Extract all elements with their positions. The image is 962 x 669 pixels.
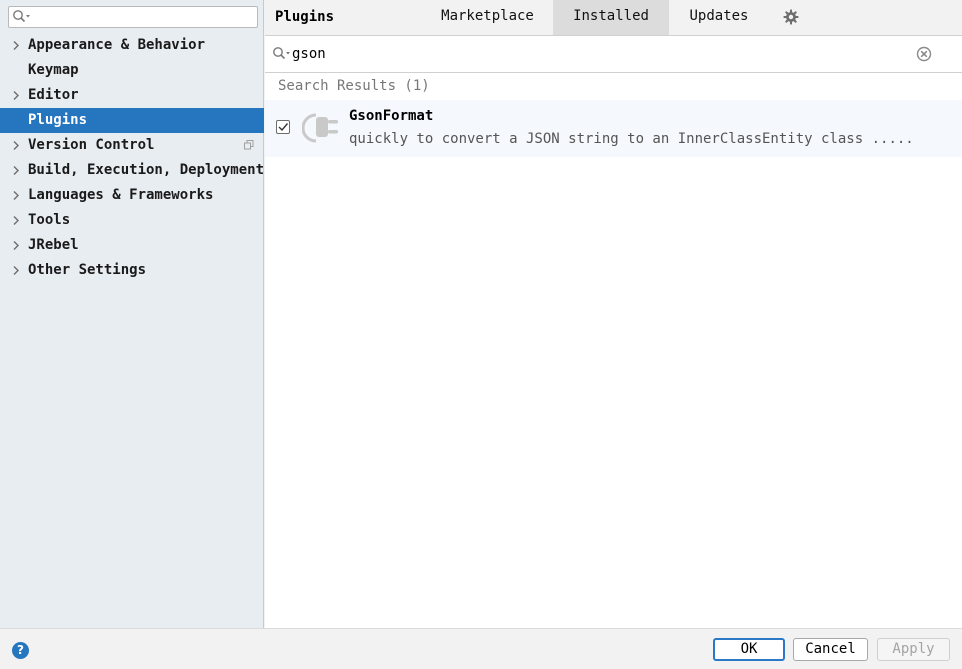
search-results-heading: Search Results (1) xyxy=(278,78,430,94)
sidebar-item-label: Tools xyxy=(28,212,71,228)
plugin-list-item[interactable]: GsonFormat quickly to convert a JSON str… xyxy=(265,100,962,157)
settings-sidebar: Appearance & Behavior Keymap Editor Plug… xyxy=(0,0,264,628)
sidebar-item-label: Keymap xyxy=(28,62,79,78)
chevron-right-icon[interactable] xyxy=(11,265,21,276)
tab-installed[interactable]: Installed xyxy=(553,0,669,35)
sidebar-item-appearance-behavior[interactable]: Appearance & Behavior xyxy=(0,33,264,58)
sidebar-item-label: Languages & Frameworks xyxy=(28,187,214,203)
chevron-right-icon[interactable] xyxy=(11,40,21,51)
sidebar-item-build-execution-deployment[interactable]: Build, Execution, Deployment xyxy=(0,158,264,183)
checkmark-icon xyxy=(278,123,289,132)
sidebar-item-label: Editor xyxy=(28,87,79,103)
sidebar-search-field[interactable] xyxy=(8,6,258,28)
tab-marketplace[interactable]: Marketplace xyxy=(430,0,545,35)
plugins-panel: Plugins Marketplace Installed Updates gs… xyxy=(265,0,962,628)
ok-button[interactable]: OK xyxy=(713,638,785,661)
sidebar-item-label: JRebel xyxy=(28,237,79,253)
chevron-right-icon[interactable] xyxy=(11,240,21,251)
apply-button[interactable]: Apply xyxy=(877,638,950,661)
sidebar-item-other-settings[interactable]: Other Settings xyxy=(0,258,264,283)
sidebar-item-tools[interactable]: Tools xyxy=(0,208,264,233)
sidebar-item-label: Plugins xyxy=(28,112,88,128)
sidebar-item-version-control[interactable]: Version Control xyxy=(0,133,264,158)
cancel-button[interactable]: Cancel xyxy=(793,638,868,661)
search-icon xyxy=(272,46,292,66)
sidebar-item-languages-frameworks[interactable]: Languages & Frameworks xyxy=(0,183,264,208)
plugin-description: quickly to convert a JSON string to an I… xyxy=(349,131,914,147)
sidebar-item-label: Build, Execution, Deployment xyxy=(28,162,265,178)
sidebar-item-jrebel[interactable]: JRebel xyxy=(0,233,264,258)
sidebar-item-plugins[interactable]: Plugins xyxy=(0,108,264,133)
sidebar-item-keymap[interactable]: Keymap xyxy=(0,58,264,83)
plugin-icon xyxy=(302,113,338,143)
tab-updates[interactable]: Updates xyxy=(677,0,761,35)
sidebar-search-input[interactable] xyxy=(35,8,253,26)
chevron-right-icon[interactable] xyxy=(11,90,21,101)
sidebar-item-label: Version Control xyxy=(28,137,155,153)
sidebar-item-label: Other Settings xyxy=(28,262,147,278)
sidebar-item-editor[interactable]: Editor xyxy=(0,83,264,108)
search-icon xyxy=(12,9,32,29)
chevron-right-icon[interactable] xyxy=(11,140,21,151)
plugin-name[interactable]: GsonFormat xyxy=(349,107,433,125)
plugins-header: Plugins Marketplace Installed Updates xyxy=(265,0,962,36)
chevron-right-icon[interactable] xyxy=(11,215,21,226)
settings-tree: Appearance & Behavior Keymap Editor Plug… xyxy=(0,33,264,283)
page-title: Plugins xyxy=(275,9,335,25)
plugin-search-input[interactable] xyxy=(292,44,892,64)
project-settings-icon xyxy=(244,140,254,150)
chevron-right-icon[interactable] xyxy=(11,165,21,176)
plugin-search-bar[interactable] xyxy=(265,36,962,73)
dialog-footer: ? OK Cancel Apply xyxy=(0,628,962,669)
clear-icon[interactable] xyxy=(916,46,932,62)
sidebar-item-label: Appearance & Behavior xyxy=(28,37,206,53)
plugin-enabled-checkbox[interactable] xyxy=(276,120,290,134)
chevron-right-icon[interactable] xyxy=(11,190,21,201)
gear-icon[interactable] xyxy=(783,9,799,25)
help-icon[interactable]: ? xyxy=(12,642,29,659)
